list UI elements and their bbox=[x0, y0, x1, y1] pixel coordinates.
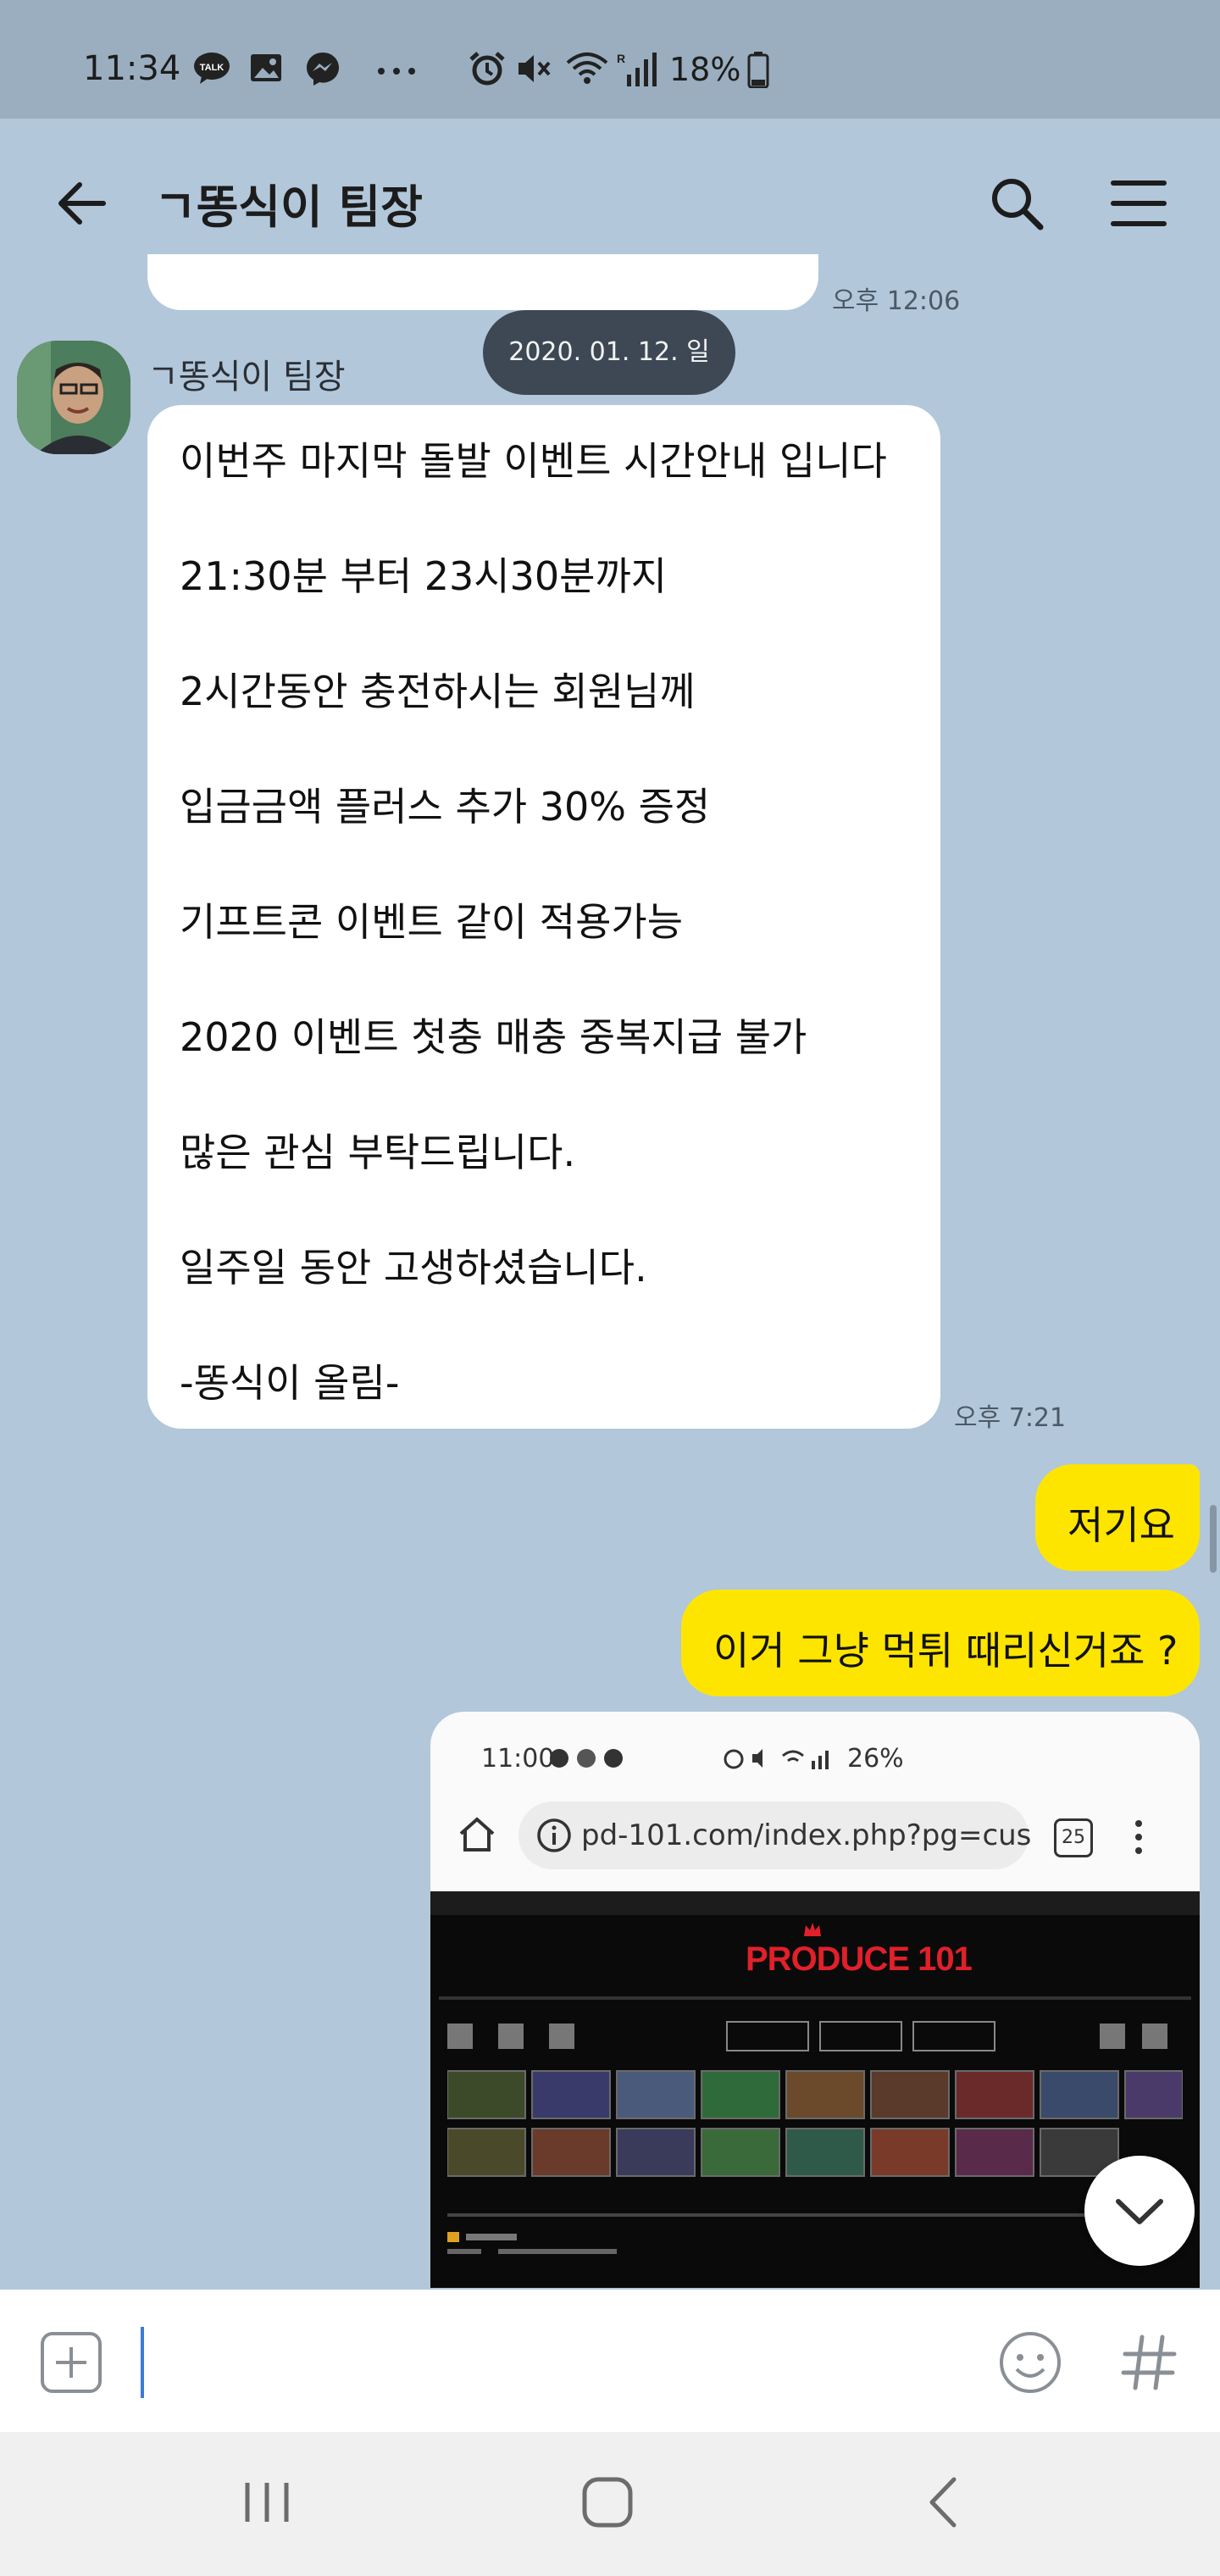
chat-title: ㄱ똥식이 팀장 bbox=[154, 180, 423, 234]
scrollbar-thumb[interactable] bbox=[1210, 1505, 1217, 1573]
thumb-tab-count: 25 bbox=[1054, 1818, 1093, 1857]
back-icon[interactable] bbox=[915, 2471, 974, 2534]
avatar[interactable] bbox=[17, 341, 130, 454]
thumb-board-rows bbox=[447, 2230, 702, 2264]
thumb-home-icon bbox=[456, 1813, 498, 1856]
messenger-icon bbox=[305, 51, 339, 86]
thumb-status-time: 11:00 bbox=[481, 1744, 555, 1774]
status-bar bbox=[0, 0, 1220, 119]
alarm-icon bbox=[469, 51, 505, 86]
more-dots-icon bbox=[374, 51, 415, 85]
status-time: 11:34 bbox=[83, 49, 181, 88]
home-icon[interactable] bbox=[576, 2471, 639, 2534]
sender-name: ㄱ똥식이 팀장 bbox=[147, 358, 346, 397]
hashtag-icon[interactable] bbox=[1113, 2327, 1184, 2398]
message-line: 2시간동안 충전하시는 회원님께 bbox=[180, 669, 696, 714]
message-line: 입금금액 플러스 추가 30% 증정 bbox=[180, 784, 711, 830]
message-time: 오후 7:21 bbox=[954, 1403, 1067, 1433]
message-line: 일주일 동안 고생하셨습니다. bbox=[180, 1245, 647, 1291]
battery-icon bbox=[747, 51, 781, 89]
thumb-more-icon bbox=[1130, 1818, 1147, 1856]
thumb-info-icon bbox=[535, 1817, 573, 1854]
thumb-status-icons bbox=[549, 1746, 634, 1771]
chevron-down-icon bbox=[1116, 2199, 1163, 2224]
crown-icon bbox=[803, 1922, 822, 1937]
image-icon bbox=[249, 51, 283, 85]
message-line: 이번주 마지막 돌발 이벤트 시간안내 입니다 bbox=[180, 438, 887, 484]
add-icon[interactable] bbox=[37, 2329, 105, 2396]
mute-icon bbox=[515, 51, 551, 85]
signal-icon: R bbox=[613, 51, 657, 86]
thumb-site-menu bbox=[447, 2018, 1183, 2056]
thumb-battery-text: 26% bbox=[847, 1744, 904, 1774]
search-icon[interactable] bbox=[983, 169, 1051, 237]
message-line: 많은 관심 부탁드립니다. bbox=[180, 1130, 576, 1175]
back-arrow-icon[interactable] bbox=[53, 173, 114, 234]
thumb-site-logo: PRODUCE 101 bbox=[746, 1940, 973, 1978]
talk-icon: TALK bbox=[193, 51, 230, 85]
previous-message-time: 오후 12:06 bbox=[832, 286, 961, 316]
previous-message-bubble bbox=[147, 254, 818, 310]
scroll-down-button[interactable] bbox=[1084, 2156, 1195, 2266]
menu-icon[interactable] bbox=[1101, 169, 1176, 237]
thumb-url-text: pd-101.com/index.php?pg=cus bbox=[581, 1818, 1032, 1852]
battery-percent: 18% bbox=[669, 51, 741, 88]
my-message-text: 저기요 bbox=[1068, 1502, 1175, 1548]
message-line: 기프트콘 이벤트 같이 적용가능 bbox=[180, 899, 684, 945]
message-line: -똥식이 올림- bbox=[180, 1360, 400, 1406]
message-line: 21:30분 부터 23시30분까지 bbox=[180, 553, 668, 599]
message-line: 2020 이벤트 첫충 매충 중복지급 불가 bbox=[180, 1014, 807, 1060]
message-input-cursor[interactable] bbox=[141, 2327, 144, 2398]
thumb-status-right-icons bbox=[724, 1746, 868, 1771]
my-message-text: 이거 그냥 먹튀 때리신거죠 ? bbox=[713, 1628, 1178, 1674]
talk-badge-text: TALK bbox=[200, 63, 225, 73]
thumb-game-grid bbox=[446, 2069, 1184, 2179]
wifi-icon bbox=[566, 51, 608, 85]
recent-apps-icon[interactable] bbox=[237, 2473, 297, 2532]
date-divider: 2020. 01. 12. 일 bbox=[483, 310, 735, 395]
emoji-icon[interactable] bbox=[995, 2327, 1066, 2398]
signal-badge-text: R bbox=[617, 52, 625, 65]
